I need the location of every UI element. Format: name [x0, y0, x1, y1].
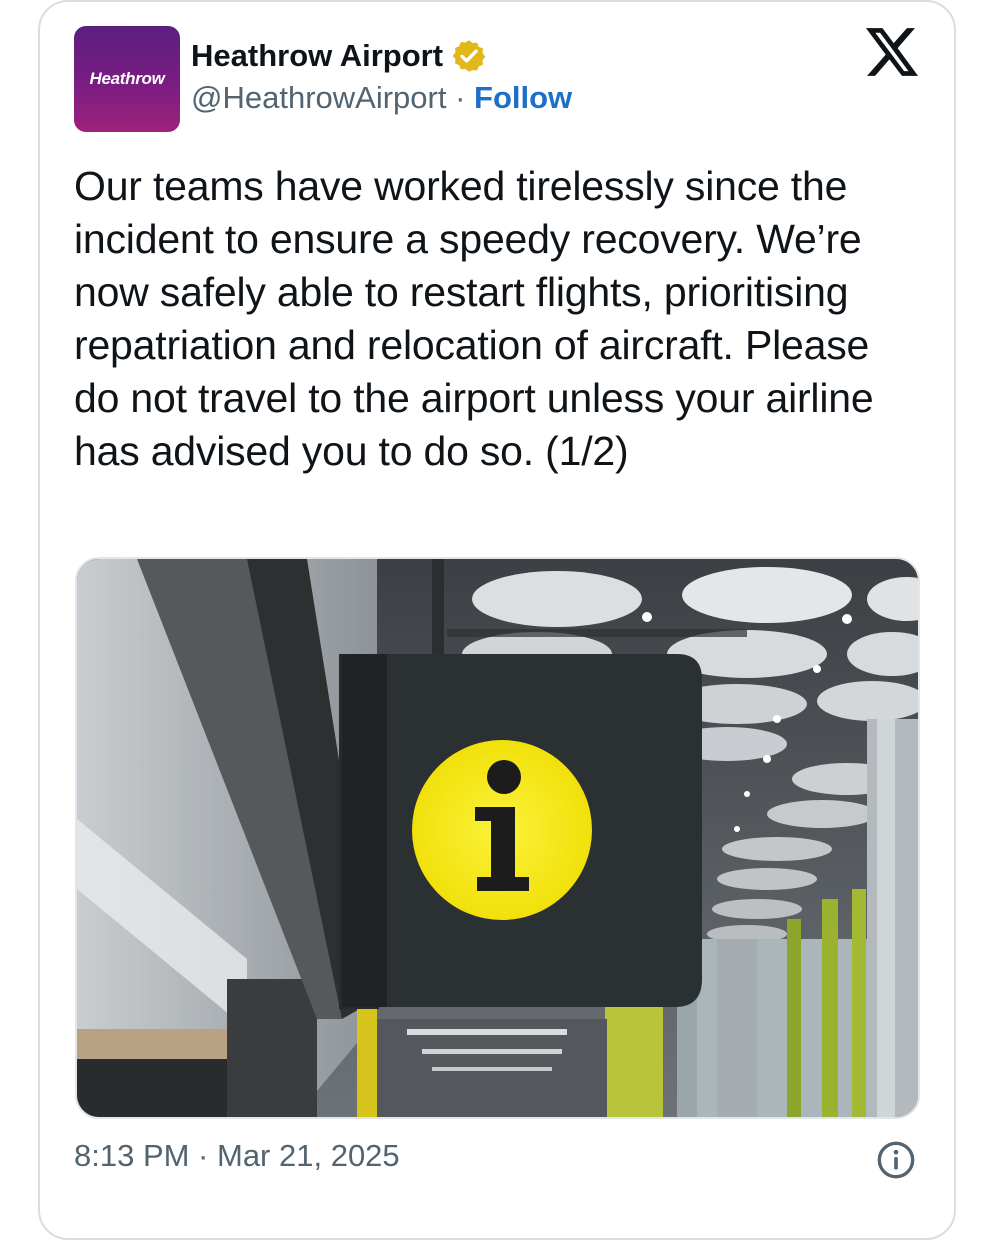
x-logo-icon[interactable]	[866, 28, 918, 76]
handle-row: @HeathrowAirport · Follow	[191, 80, 572, 116]
author-handle[interactable]: @HeathrowAirport	[191, 80, 446, 115]
follow-button[interactable]: Follow	[474, 80, 572, 115]
avatar-logo-text: Heathrow	[89, 69, 165, 88]
author-name-row: Heathrow Airport	[191, 34, 487, 78]
avatar[interactable]: Heathrow	[74, 26, 180, 132]
tweet-timestamp[interactable]: 8:13 PM · Mar 21, 2025	[74, 1138, 400, 1174]
info-circle-icon[interactable]	[876, 1140, 916, 1180]
tweet-text: Our teams have worked tirelessly since t…	[74, 163, 874, 474]
verified-badge-icon	[452, 40, 486, 72]
information-sign-photo	[77, 559, 918, 1117]
tweet-image[interactable]	[75, 557, 920, 1119]
handle-separator: ·	[446, 80, 475, 115]
display-name[interactable]: Heathrow Airport	[191, 38, 443, 74]
